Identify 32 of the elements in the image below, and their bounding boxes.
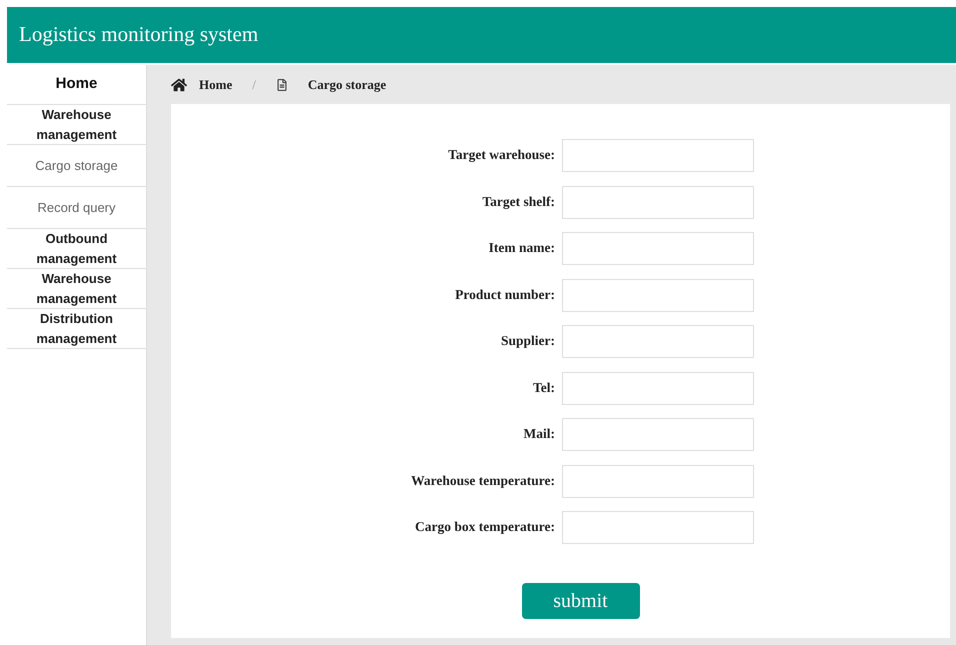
sidebar-item[interactable]: Distribution management [7, 309, 146, 349]
field-label: Item name: [488, 239, 555, 258]
sidebar-item[interactable]: Record query [7, 187, 146, 229]
submit-button[interactable]: submit [522, 583, 640, 619]
field-label: Supplier: [500, 332, 555, 350]
home-icon [171, 76, 187, 92]
field-label: Target warehouse: [447, 146, 555, 164]
input-field[interactable] [562, 139, 754, 172]
field-label: Mail: [522, 425, 555, 444]
app-title: Logistics monitoring system [19, 21, 258, 48]
sidebar-item[interactable]: Warehouse management [7, 105, 146, 145]
sidebar-item[interactable]: Warehouse management [7, 269, 146, 309]
breadcrumb-link[interactable]: Home [199, 74, 232, 94]
breadcrumb-separator: / [252, 76, 256, 94]
document-icon [276, 78, 288, 90]
input-field[interactable] [562, 325, 754, 358]
field-label: Product number: [454, 286, 555, 304]
input-field[interactable] [562, 464, 754, 498]
input-field[interactable] [562, 418, 754, 451]
field-label: Warehouse temperature: [410, 472, 555, 490]
field-label: Target shelf: [481, 192, 555, 211]
input-field[interactable] [562, 511, 754, 544]
sidebar-item[interactable]: Outbound management [7, 229, 146, 269]
input-field[interactable] [562, 278, 754, 312]
field-label: Cargo box temperature: [414, 518, 555, 536]
breadcrumb-link[interactable]: Cargo storage [308, 74, 386, 94]
field-label: Tel: [532, 378, 555, 397]
sidebar-item[interactable]: Cargo storage [7, 145, 146, 187]
input-field[interactable] [562, 372, 754, 404]
sidebar-item[interactable]: Home [7, 65, 146, 105]
input-field[interactable] [562, 232, 754, 265]
input-field[interactable] [562, 186, 754, 218]
